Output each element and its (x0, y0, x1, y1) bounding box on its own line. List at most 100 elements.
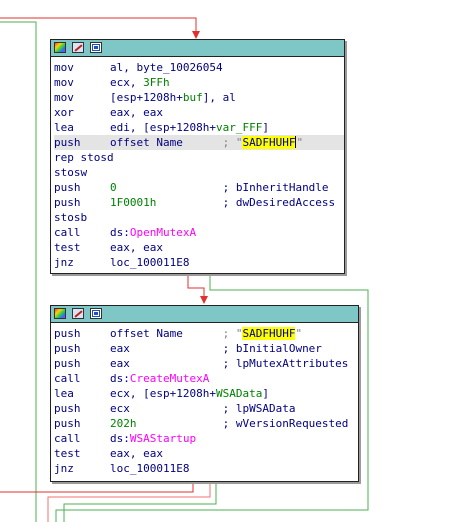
asm-operand (130, 401, 223, 416)
asm-operand (117, 180, 223, 195)
asm-operand: ] (262, 121, 269, 134)
asm-line[interactable]: mov [esp+1208h+buf], al (54, 90, 344, 105)
asm-comment: ; bInheritHandle (222, 181, 329, 194)
asm-line[interactable]: jnz loc_100011E8 (54, 461, 358, 476)
asm-mnemonic: push (54, 402, 81, 415)
asm-line[interactable]: push eax ; bInitialOwner (54, 341, 358, 356)
edge-green-left (0, 21, 37, 522)
block-title-bar (51, 306, 358, 323)
asm-function[interactable]: WSAStartup (130, 432, 196, 445)
asm-line[interactable]: lea edi, [esp+1208h+var_FFF] (54, 120, 344, 135)
block1-code: mov al, byte_10026054 mov ecx, 3FFh mov [esp+… (51, 57, 344, 272)
asm-mnemonic: push (54, 327, 81, 340)
asm-comment-delim: ; " (222, 136, 243, 149)
asm-mnemonic: jnz (54, 462, 74, 475)
asm-line[interactable]: test eax, eax (54, 240, 344, 255)
graph-view-icon[interactable] (90, 42, 102, 53)
asm-mnemonic: call (54, 226, 81, 239)
edge-block2-red (0, 481, 194, 493)
asm-comment-delim: " (296, 136, 304, 149)
edge-block1-to-block2 (187, 274, 205, 298)
graph-view-icon[interactable] (90, 308, 102, 319)
asm-number: 3FFh (143, 76, 170, 89)
asm-operand: [esp+1208h+ (110, 91, 183, 104)
asm-line[interactable]: push 0 ; bInheritHandle (54, 180, 344, 195)
asm-line[interactable]: push 202h ; wVersionRequested (54, 416, 358, 431)
asm-operand: offset Name (110, 136, 223, 149)
asm-mnemonic: stosb (54, 211, 88, 224)
asm-mnemonic: push (54, 181, 81, 194)
asm-operand (130, 356, 223, 371)
asm-operand: ecx (110, 402, 130, 415)
edit-icon[interactable] (72, 308, 84, 319)
asm-operand: offset Name (110, 327, 223, 340)
asm-mnemonic: push (54, 342, 81, 355)
asm-operand (130, 341, 223, 356)
asm-mnemonic: push (54, 417, 81, 430)
asm-comment: ; bInitialOwner (222, 342, 322, 355)
asm-mnemonic: test (54, 241, 81, 254)
asm-mnemonic: stosw (54, 166, 88, 179)
asm-line[interactable]: call ds:CreateMutexA (54, 371, 358, 386)
asm-line[interactable]: test eax, eax (54, 446, 358, 461)
asm-operand: ], al (202, 91, 236, 104)
asm-line[interactable]: xor eax, eax (54, 105, 344, 120)
asm-variable[interactable]: buf (183, 91, 203, 104)
asm-operand: loc_100011E8 (110, 256, 190, 269)
arrowhead-block1 (192, 31, 200, 39)
asm-comment: ; dwDesiredAccess (222, 196, 336, 209)
asm-variable[interactable]: var_FFF (216, 121, 262, 134)
asm-comment-delim: ; " (222, 327, 243, 340)
asm-line[interactable]: push 1F0001h ; dwDesiredAccess (54, 195, 344, 210)
edge-into-block1 (0, 17, 197, 34)
asm-line[interactable]: push eax ; lpMutexAttributes (54, 356, 358, 371)
asm-line[interactable]: mov ecx, 3FFh (54, 75, 344, 90)
asm-number: 1F0001h (110, 196, 157, 209)
asm-mnemonic: test (54, 447, 81, 460)
edit-icon[interactable] (72, 42, 84, 53)
asm-line[interactable]: call ds:OpenMutexA (54, 225, 344, 240)
asm-comment: ; lpMutexAttributes (222, 357, 349, 370)
asm-string: SADFHUHF (242, 327, 296, 340)
code-block-2[interactable]: push offset Name ; "SADFHUHF" push eax ; bI… (50, 305, 359, 482)
asm-line[interactable]: push offset Name ; "SADFHUHF" (54, 326, 358, 341)
edge-block2-pink (47, 481, 211, 522)
asm-mnemonic: mov (54, 61, 74, 74)
asm-line[interactable]: rep stosd (54, 150, 344, 165)
asm-line[interactable]: push offset Name ; "SADFHUHF" (54, 135, 344, 150)
asm-line[interactable]: lea ecx, [esp+1208h+WSAData] (54, 386, 358, 401)
asm-operand (156, 195, 222, 210)
asm-number: 202h (110, 417, 137, 430)
asm-mnemonic: rep stosd (54, 151, 114, 164)
asm-function[interactable]: OpenMutexA (130, 226, 196, 239)
asm-mnemonic: mov (54, 76, 74, 89)
arrowhead-block2 (200, 296, 208, 304)
asm-mnemonic: call (54, 372, 81, 385)
asm-line[interactable]: push ecx ; lpWSAData (54, 401, 358, 416)
asm-comment: ; wVersionRequested (222, 417, 349, 430)
asm-operand: loc_100011E8 (110, 462, 190, 475)
color-palette-icon[interactable] (54, 308, 66, 319)
asm-mnemonic: jnz (54, 256, 74, 269)
asm-operand: al, byte_10026054 (110, 61, 223, 74)
asm-line[interactable]: stosw (54, 165, 344, 180)
asm-mnemonic: call (54, 432, 81, 445)
asm-string: SADFHUHF (242, 136, 296, 149)
asm-variable[interactable]: WSAData (216, 387, 262, 400)
asm-mnemonic: mov (54, 91, 74, 104)
code-block-1[interactable]: mov al, byte_10026054 mov ecx, 3FFh mov [esp+… (50, 39, 345, 274)
asm-number: 0 (110, 181, 117, 194)
asm-line[interactable]: stosb (54, 210, 344, 225)
color-palette-icon[interactable] (54, 42, 66, 53)
asm-function[interactable]: CreateMutexA (130, 372, 209, 385)
asm-operand: ds: (110, 226, 130, 239)
asm-mnemonic: lea (54, 387, 74, 400)
asm-operand: eax, eax (110, 106, 163, 119)
asm-operand (137, 416, 223, 431)
asm-operand: ecx, [esp+1208h+ (110, 387, 216, 400)
asm-mnemonic: push (54, 357, 81, 370)
asm-line[interactable]: call ds:WSAStartup (54, 431, 358, 446)
asm-line[interactable]: jnz loc_100011E8 (54, 255, 344, 270)
asm-line[interactable]: mov al, byte_10026054 (54, 60, 344, 75)
asm-operand: eax, eax (110, 241, 163, 254)
